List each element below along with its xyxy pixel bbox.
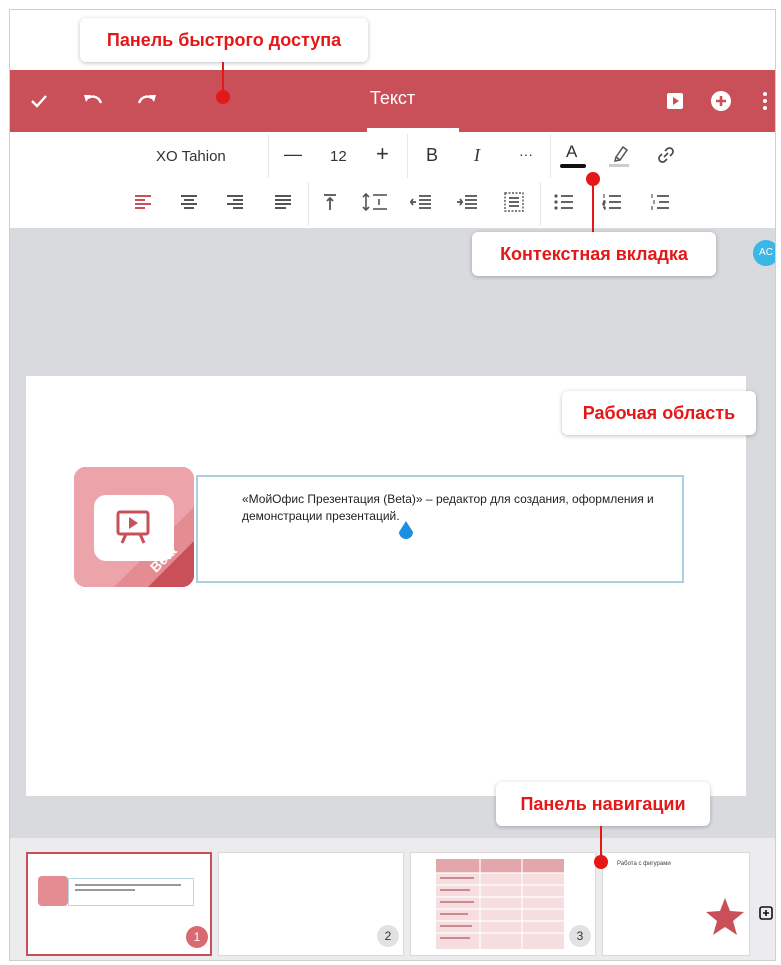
callout-workspace: Рабочая область xyxy=(562,391,756,435)
callout-connector xyxy=(592,180,594,232)
appbar-title: Текст xyxy=(369,88,416,108)
play-icon[interactable] xyxy=(666,92,684,115)
app-window: Текст XO Tahion — 12 + B I ··· A AC Beta… xyxy=(9,9,776,961)
slide-thumbnail-1[interactable]: 1 xyxy=(26,852,212,956)
highlighter-icon[interactable] xyxy=(606,143,632,174)
app-logo: Beta xyxy=(74,467,194,587)
avatar[interactable]: AC xyxy=(753,240,775,266)
slide-thumbnail-4[interactable]: Работа с фигурами xyxy=(602,852,750,956)
outdent-icon[interactable] xyxy=(409,194,432,215)
text-box[interactable]: «МойОфис Презентация (Beta)» – редактор … xyxy=(196,475,684,583)
callout-marker xyxy=(594,855,608,869)
star-icon xyxy=(706,898,744,935)
thumb-logo xyxy=(38,876,68,906)
slide-number-3: 3 xyxy=(569,925,591,947)
align-left-icon[interactable] xyxy=(134,194,152,215)
more-vert-icon[interactable] xyxy=(762,91,768,116)
align-right-icon[interactable] xyxy=(226,194,244,215)
align-top-icon[interactable] xyxy=(322,193,338,216)
quick-access-panel: Текст xyxy=(10,70,775,132)
divider xyxy=(540,182,541,226)
slide-thumbnail-2[interactable]: 2 xyxy=(218,852,404,956)
font-color-swatch xyxy=(560,164,586,168)
slide-number-2: 2 xyxy=(377,925,399,947)
add-circle-icon[interactable] xyxy=(710,90,732,117)
callout-marker xyxy=(216,90,230,104)
thumb-text-line xyxy=(75,889,135,891)
callout-context-tab: Контекстная вкладка xyxy=(472,232,716,276)
font-color-button[interactable]: A xyxy=(560,142,586,170)
bold-button[interactable]: B xyxy=(426,145,438,165)
line-spacing-icon[interactable] xyxy=(362,192,388,216)
divider xyxy=(407,134,408,178)
callout-connector xyxy=(600,826,602,858)
callout-connector xyxy=(222,62,224,92)
vertical-align-icon[interactable] xyxy=(504,192,524,217)
link-icon[interactable] xyxy=(656,145,676,170)
font-name-select[interactable]: XO Tahion xyxy=(156,147,226,167)
divider xyxy=(268,134,269,178)
font-color-letter: A xyxy=(566,142,578,161)
slide-canvas[interactable]: Beta «МойОфис Презентация (Beta)» – реда… xyxy=(26,376,746,796)
thumb-table xyxy=(436,859,564,949)
add-slide-icon[interactable] xyxy=(759,906,773,925)
align-justify-icon[interactable] xyxy=(274,194,292,215)
thumb-title: Работа с фигурами xyxy=(617,861,671,867)
more-format-button[interactable]: ··· xyxy=(519,144,533,164)
align-center-icon[interactable] xyxy=(180,194,198,215)
increase-font-button[interactable]: + xyxy=(376,143,389,165)
indent-icon[interactable] xyxy=(456,194,478,215)
multilevel-list-icon[interactable] xyxy=(650,194,670,215)
slide-number-1: 1 xyxy=(186,926,208,948)
thumb-text-line xyxy=(75,884,181,886)
callout-navigation: Панель навигации xyxy=(496,782,710,826)
numbered-list-icon[interactable] xyxy=(602,194,622,215)
decrease-font-button[interactable]: — xyxy=(284,144,302,164)
navigation-panel: 1 2 3 Работа с фигурами xyxy=(10,838,775,960)
paragraph-toolbar xyxy=(10,180,775,228)
slide-text[interactable]: «МойОфис Презентация (Beta)» – редактор … xyxy=(242,491,672,525)
italic-button[interactable]: I xyxy=(474,145,480,165)
cursor-handle[interactable] xyxy=(397,520,415,542)
font-size-field[interactable]: 12 xyxy=(330,147,347,167)
thumb-textbox xyxy=(68,878,194,906)
callout-quick-access: Панель быстрого доступа xyxy=(80,18,368,62)
slide-thumbnail-3[interactable]: 3 xyxy=(410,852,596,956)
divider xyxy=(308,182,309,226)
format-toolbar: XO Tahion — 12 + B I ··· A xyxy=(10,132,775,181)
divider xyxy=(550,134,551,178)
bulleted-list-icon[interactable] xyxy=(554,194,574,215)
